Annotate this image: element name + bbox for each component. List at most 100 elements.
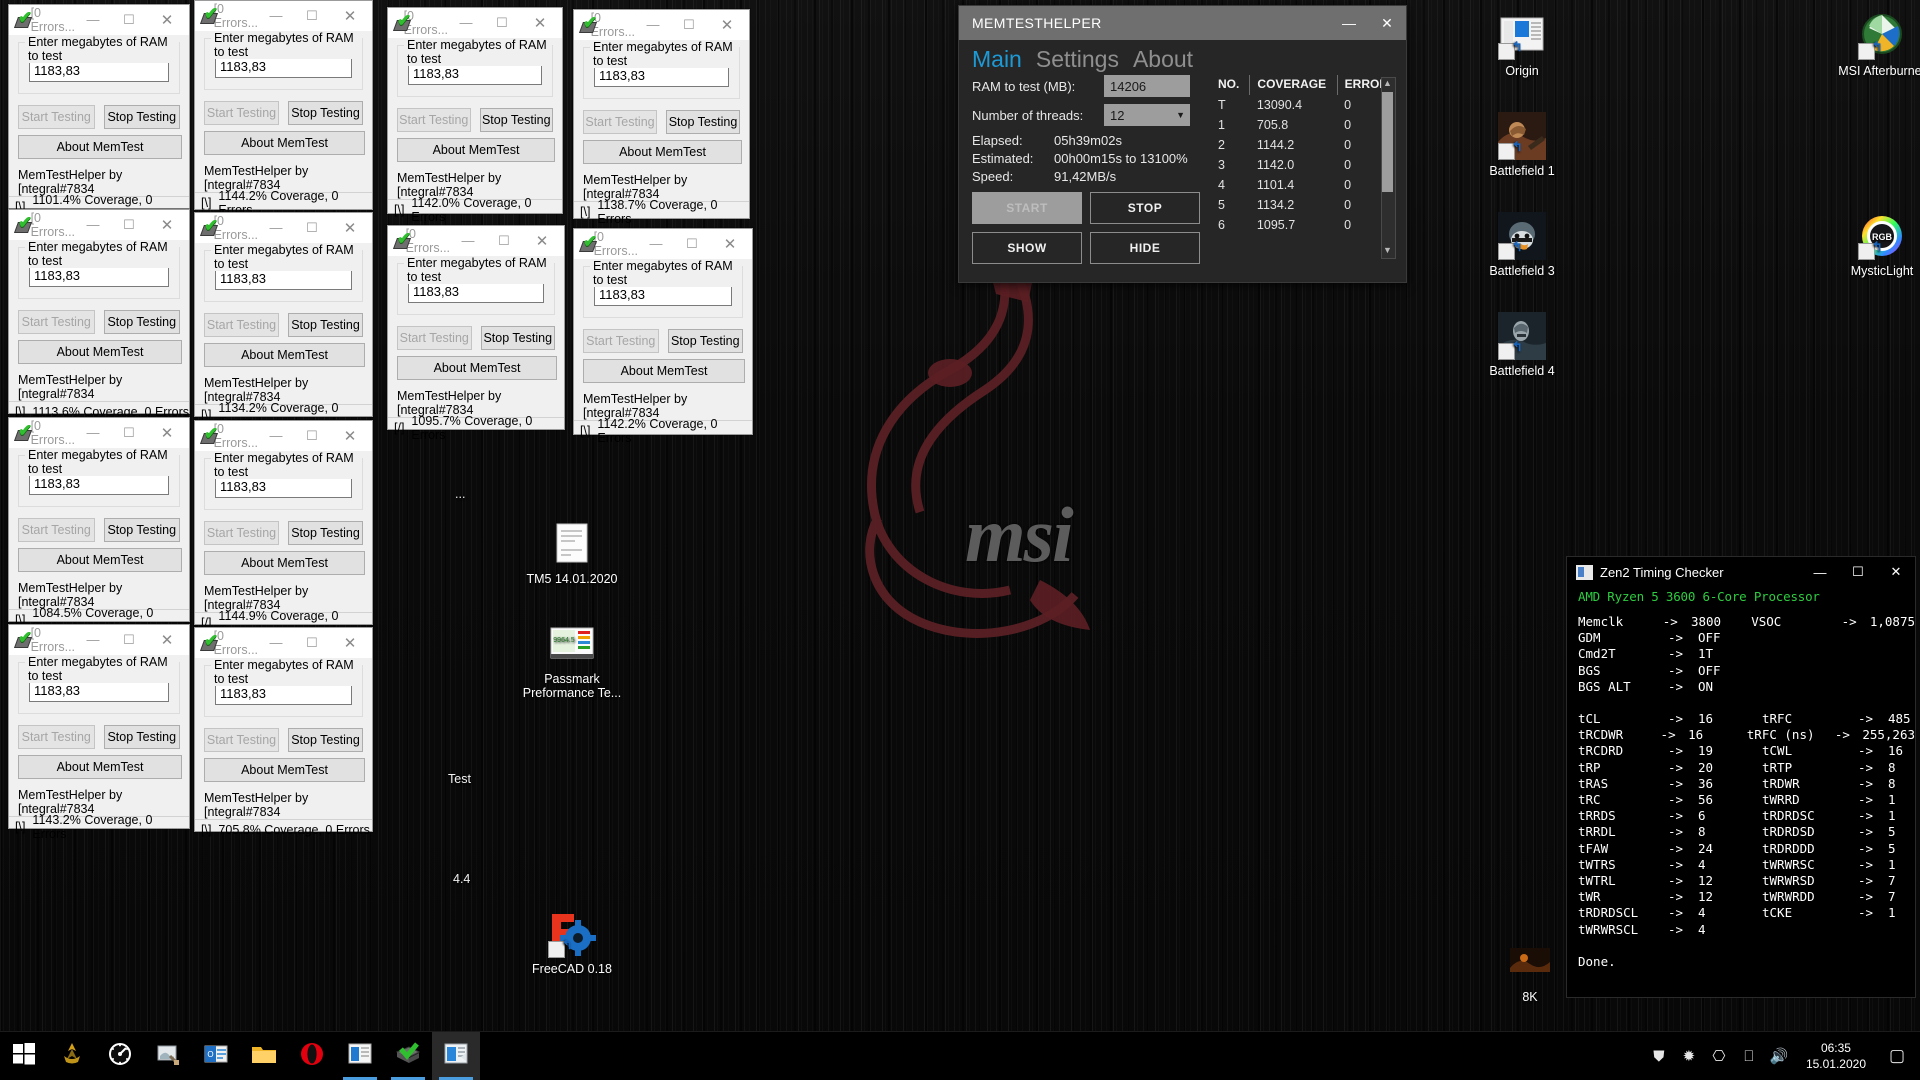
memtest-minimize-icon[interactable]: — (258, 2, 294, 29)
about-memtest-button[interactable]: About MemTest (204, 551, 365, 575)
memtest-maximize-icon[interactable]: ☐ (486, 227, 522, 254)
desktop-icon-passmark[interactable]: 9964.5 Passmark Preformance Te... (520, 620, 624, 700)
memtest-titlebar[interactable]: ✔ [0 Errors... — ☐ ✕ (388, 226, 564, 256)
taskbar-opera[interactable] (288, 1032, 336, 1080)
about-memtest-button[interactable]: About MemTest (18, 340, 182, 364)
memtest-close-icon[interactable]: ✕ (147, 419, 187, 446)
about-memtest-button[interactable]: About MemTest (18, 548, 182, 572)
memtest-titlebar[interactable]: ✔ [0 Errors... — ☐ ✕ (9, 418, 189, 448)
about-memtest-button[interactable]: About MemTest (397, 138, 555, 162)
threads-field[interactable]: Number of threads: 12 ▼ (972, 104, 1207, 126)
desktop-icon-mysticlight[interactable]: RGB MysticLight (1830, 212, 1920, 278)
memtest-maximize-icon[interactable]: ☐ (111, 211, 147, 238)
memtest-window[interactable]: ✔ [0 Errors... — ☐ ✕ Enter megabytes of … (194, 0, 373, 210)
hide-button[interactable]: HIDE (1090, 232, 1200, 264)
memtest-minimize-icon[interactable]: — (450, 227, 486, 254)
desktop-icon-msi-afterburner[interactable]: MSI Afterburner (1830, 12, 1920, 78)
taskbar-outlook[interactable]: O (192, 1032, 240, 1080)
start-button[interactable] (0, 1032, 48, 1080)
memtest-titlebar[interactable]: ✔ [0 Errors... — ☐ ✕ (9, 210, 189, 240)
zen2-timing-checker-window[interactable]: Zen2 Timing Checker — ☐ ✕ AMD Ryzen 5 36… (1566, 556, 1916, 998)
memtesthelper-tab-about[interactable]: About (1133, 46, 1193, 73)
stop-testing-button[interactable]: Stop Testing (666, 110, 740, 134)
memtest-window[interactable]: ✔ [0 Errors... — ☐ ✕ Enter megabytes of … (573, 228, 753, 435)
memtest-minimize-icon[interactable]: — (75, 211, 111, 238)
stop-testing-button[interactable]: Stop Testing (668, 329, 744, 353)
taskbar-msi-dragon[interactable] (48, 1032, 96, 1080)
memtest-titlebar[interactable]: ✔ [0 Errors... — ☐ ✕ (574, 10, 749, 40)
memtesthelper-close-icon[interactable]: ✕ (1368, 6, 1406, 40)
start-button[interactable]: START (972, 192, 1082, 224)
memtest-minimize-icon[interactable]: — (258, 422, 294, 449)
memtest-maximize-icon[interactable]: ☐ (674, 230, 710, 257)
table-row[interactable]: 21144.20 (1215, 135, 1396, 155)
table-row[interactable]: T13090.40 (1215, 95, 1396, 115)
about-memtest-button[interactable]: About MemTest (583, 140, 742, 164)
scroll-down-arrow-icon[interactable]: ▼ (1382, 245, 1393, 258)
memtest-window[interactable]: ✔ [0 Errors... — ☐ ✕ Enter megabytes of … (8, 4, 190, 209)
memtest-titlebar[interactable]: ✔ [0 Errors... — ☐ ✕ (9, 625, 189, 655)
about-memtest-button[interactable]: About MemTest (18, 135, 182, 159)
usb-eject-icon[interactable]: ⎔ (1704, 1032, 1734, 1080)
desktop-icon-origin[interactable]: Origin (1470, 12, 1574, 78)
memtest-window[interactable]: ✔ [0 Errors... — ☐ ✕ Enter megabytes of … (8, 209, 190, 414)
taskbar-paint[interactable] (144, 1032, 192, 1080)
memtest-close-icon[interactable]: ✕ (147, 211, 187, 238)
memtest-window[interactable]: ✔ [0 Errors... — ☐ ✕ Enter megabytes of … (194, 627, 373, 832)
zen2-minimize-icon[interactable]: — (1801, 557, 1839, 587)
memtest-minimize-icon[interactable]: — (258, 214, 294, 241)
memtest-close-icon[interactable]: ✕ (330, 629, 370, 656)
about-memtest-button[interactable]: About MemTest (18, 755, 182, 779)
zen2-maximize-icon[interactable]: ☐ (1839, 557, 1877, 587)
memtest-maximize-icon[interactable]: ☐ (294, 2, 330, 29)
table-row[interactable]: 61095.70 (1215, 215, 1396, 235)
memtest-close-icon[interactable]: ✕ (330, 422, 370, 449)
memtest-titlebar[interactable]: ✔ [0 Errors... — ☐ ✕ (195, 213, 372, 243)
notification-center-icon[interactable]: ▢ (1878, 1032, 1916, 1080)
memtest-maximize-icon[interactable]: ☐ (484, 9, 520, 36)
memtest-maximize-icon[interactable]: ☐ (294, 214, 330, 241)
memtest-titlebar[interactable]: ✔ [0 Errors... — ☐ ✕ (195, 1, 372, 31)
start-testing-button[interactable]: Start Testing (204, 521, 279, 545)
start-testing-button[interactable]: Start Testing (18, 725, 95, 749)
memtest-minimize-icon[interactable]: — (75, 419, 111, 446)
taskbar-afterburner[interactable] (96, 1032, 144, 1080)
memtest-minimize-icon[interactable]: — (258, 629, 294, 656)
memtest-window[interactable]: ✔ [0 Errors... — ☐ ✕ Enter megabytes of … (573, 9, 750, 219)
security-icon[interactable]: ⛊ (1644, 1032, 1674, 1080)
memtest-close-icon[interactable]: ✕ (522, 227, 562, 254)
memtest-titlebar[interactable]: ✔ [0 Errors... — ☐ ✕ (388, 8, 562, 38)
memtesthelper-titlebar[interactable]: MEMTESTHELPER — ✕ (959, 6, 1406, 40)
scroll-up-arrow-icon[interactable]: ▲ (1382, 78, 1393, 91)
taskbar[interactable]: O ⛊✹⎔⎕🔊 06:35 15.01.2020 ▢ (0, 1031, 1920, 1080)
memtest-window[interactable]: ✔ [0 Errors... — ☐ ✕ Enter megabytes of … (8, 417, 190, 622)
memtesthelper-tab-settings[interactable]: Settings (1036, 46, 1119, 73)
start-testing-button[interactable]: Start Testing (18, 518, 95, 542)
memtest-close-icon[interactable]: ✕ (147, 626, 187, 653)
threads-select[interactable]: 12 ▼ (1104, 104, 1190, 126)
memtest-maximize-icon[interactable]: ☐ (111, 626, 147, 653)
memtest-window[interactable]: ✔ [0 Errors... — ☐ ✕ Enter megabytes of … (387, 7, 563, 214)
taskbar-zen2[interactable] (336, 1032, 384, 1080)
desktop-icon-tm5[interactable]: TM5 14.01.2020 (520, 520, 624, 586)
start-testing-button[interactable]: Start Testing (204, 101, 279, 125)
ram-to-test-input[interactable] (1104, 75, 1190, 97)
start-testing-button[interactable]: Start Testing (204, 728, 279, 752)
stop-testing-button[interactable]: Stop Testing (288, 313, 363, 337)
memtest-titlebar[interactable]: ✔ [0 Errors... — ☐ ✕ (9, 5, 189, 35)
memtest-titlebar[interactable]: ✔ [0 Errors... — ☐ ✕ (195, 628, 372, 658)
desktop-icon-battlefield-1[interactable]: Battlefield 1 (1470, 112, 1574, 178)
memtest-window[interactable]: ✔ [0 Errors... — ☐ ✕ Enter megabytes of … (387, 225, 565, 430)
stop-button[interactable]: STOP (1090, 192, 1200, 224)
stop-testing-button[interactable]: Stop Testing (104, 310, 181, 334)
stop-testing-button[interactable]: Stop Testing (288, 728, 363, 752)
memtesthelper-window[interactable]: MEMTESTHELPER — ✕ MainSettingsAbout RAM … (958, 5, 1407, 283)
about-memtest-button[interactable]: About MemTest (397, 356, 557, 380)
stop-testing-button[interactable]: Stop Testing (104, 725, 181, 749)
scrollbar-thumb[interactable] (1382, 92, 1393, 192)
memtest-minimize-icon[interactable]: — (635, 11, 671, 38)
table-row[interactable]: 51134.20 (1215, 195, 1396, 215)
stop-testing-button[interactable]: Stop Testing (288, 521, 363, 545)
memtest-maximize-icon[interactable]: ☐ (111, 6, 147, 33)
about-memtest-button[interactable]: About MemTest (204, 343, 365, 367)
